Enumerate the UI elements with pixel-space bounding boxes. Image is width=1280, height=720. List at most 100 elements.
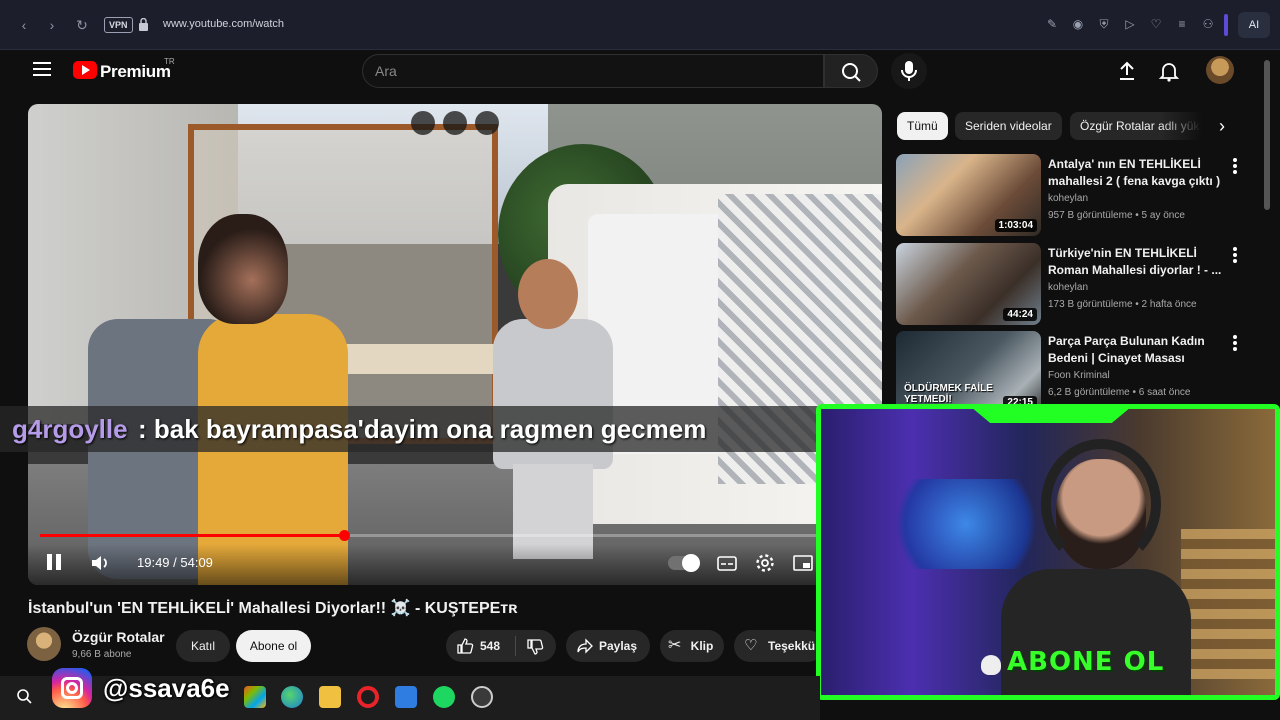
join-button[interactable]: Katıl [176, 630, 230, 662]
edge-icon[interactable] [281, 686, 303, 708]
url-field[interactable]: www.youtube.com/watch [163, 18, 284, 30]
clip-button[interactable]: ✂ Klip [660, 630, 724, 662]
video-duration: 1:03:04 [994, 219, 1037, 232]
notifications-bell-icon[interactable] [1158, 60, 1180, 82]
thanks-button[interactable]: ♡ Teşekkü [734, 630, 824, 662]
video-duration: 44:24 [1003, 308, 1037, 321]
recommendation-meta: 6,2 B görüntüleme • 6 saat önce [1048, 387, 1191, 398]
copilot-icon[interactable] [244, 686, 266, 708]
chat-message-overlay: g4rgoylle : bak bayrampasa'dayim ona rag… [0, 406, 860, 452]
youtube-logo-icon[interactable] [73, 61, 97, 79]
upload-icon[interactable] [1116, 60, 1138, 82]
video-thumbnail[interactable]: 44:24 [896, 243, 1041, 325]
recommendation-item[interactable]: 1:03:04 Antalya' nın EN TEHLİKELİ mahall… [896, 154, 1252, 238]
browser-actions: ✎ ◉ ⛨ ▷ ♡ ≡ ⚇ [1044, 16, 1216, 32]
video-player[interactable]: 19:49 / 54:09 [28, 104, 882, 585]
sparkle-icon[interactable] [443, 111, 467, 135]
autoplay-toggle[interactable] [668, 554, 700, 572]
taskbar-search-icon[interactable] [14, 686, 36, 708]
player-right-controls [668, 552, 814, 574]
chevron-right-icon[interactable]: › [1212, 116, 1232, 136]
masthead: Premium TR [0, 50, 1280, 92]
hamburger-menu-icon[interactable] [33, 62, 51, 78]
subtitles-icon[interactable] [716, 552, 738, 574]
volume-icon[interactable] [90, 553, 112, 573]
video-title: İstanbul'un 'EN TEHLİKELİ' Mahallesi Diy… [28, 600, 518, 617]
thanks-label: Teşekkü [768, 639, 816, 653]
player-top-actions [411, 111, 499, 135]
progress-bar[interactable] [40, 530, 870, 541]
ai-button[interactable]: AI [1238, 12, 1270, 38]
super-thanks-icon: ♡ [744, 637, 758, 654]
recommendation-item[interactable]: ÖLDÜRMEK FAİLE YETMEDİ! 22:15 Parça Parç… [896, 331, 1252, 415]
webcam-overlay: ABONE OL [816, 404, 1280, 700]
youtube-premium-label[interactable]: Premium [100, 62, 171, 82]
back-icon[interactable]: ‹ [14, 15, 34, 35]
progress-scrubber[interactable] [338, 530, 350, 541]
like-dislike-group: 548 [446, 630, 556, 662]
recommendation-channel[interactable]: koheylan [1048, 193, 1088, 204]
chip-all[interactable]: Tümü [897, 112, 948, 140]
video-frame [28, 104, 882, 585]
search-input[interactable] [375, 63, 795, 79]
like-divider [515, 636, 516, 656]
account-avatar[interactable] [1206, 56, 1234, 84]
time-display: 19:49 / 54:09 [137, 555, 213, 570]
region-code: TR [164, 57, 175, 66]
video-thumbnail[interactable]: ÖLDÜRMEK FAİLE YETMEDİ! 22:15 [896, 331, 1041, 413]
chat-username: g4rgoylle [12, 414, 128, 444]
play-icon[interactable]: ▷ [1122, 16, 1138, 32]
search-button[interactable] [824, 54, 878, 88]
forward-icon[interactable]: › [42, 15, 62, 35]
menu-icon[interactable]: ≡ [1174, 16, 1190, 32]
camera-icon[interactable]: ◉ [1070, 16, 1086, 32]
instagram-icon [52, 668, 92, 708]
thumbs-down-icon[interactable] [526, 638, 544, 656]
webcam-frame-accent [971, 409, 1131, 423]
miniplayer-icon[interactable] [792, 552, 814, 574]
subscribe-overlay-text: ABONE OL [1007, 647, 1165, 677]
sidebar-divider [1224, 14, 1228, 36]
profile-icon[interactable]: ⚇ [1200, 16, 1216, 32]
skip-next-icon[interactable] [475, 111, 499, 135]
pause-icon[interactable] [46, 554, 62, 572]
recommendation-channel[interactable]: Foon Kriminal [1048, 370, 1110, 381]
more-options-icon[interactable] [1233, 335, 1237, 351]
popout-icon[interactable] [411, 111, 435, 135]
scrollbar-thumb[interactable] [1264, 60, 1270, 210]
channel-name[interactable]: Özgür Rotalar [72, 629, 165, 645]
progress-fill [40, 534, 344, 537]
shield-icon[interactable]: ⛨ [1096, 16, 1112, 32]
chip-fade [1160, 110, 1220, 142]
spotify-icon[interactable] [433, 686, 455, 708]
chip-series-videos[interactable]: Seriden videolar [955, 112, 1062, 140]
thumbs-up-icon[interactable] [456, 637, 474, 655]
microphone-icon [901, 61, 917, 81]
scissors-icon: ✂ [668, 637, 682, 654]
edit-icon[interactable]: ✎ [1044, 16, 1060, 32]
instagram-handle: @ssava6e [103, 673, 230, 703]
file-explorer-icon[interactable] [319, 686, 341, 708]
reload-icon[interactable]: ↻ [72, 15, 92, 35]
vpn-badge[interactable]: VPN [104, 17, 133, 33]
like-count[interactable]: 548 [480, 630, 500, 662]
share-button[interactable]: Paylaş [566, 630, 650, 662]
recommendation-title[interactable]: Parça Parça Bulunan Kadın Bedeni | Cinay… [1048, 333, 1230, 367]
heart-icon[interactable]: ♡ [1148, 16, 1164, 32]
mail-icon[interactable] [395, 686, 417, 708]
recommendation-channel[interactable]: koheylan [1048, 282, 1088, 293]
more-options-icon[interactable] [1233, 158, 1237, 174]
voice-search-button[interactable] [891, 53, 927, 89]
more-options-icon[interactable] [1233, 247, 1237, 263]
opera-icon[interactable] [357, 686, 379, 708]
recommendation-title[interactable]: Antalya' nın EN TEHLİKELİ mahallesi 2 ( … [1048, 156, 1230, 190]
recommendation-title[interactable]: Türkiye'nin EN TEHLİKELİ Roman Mahallesi… [1048, 245, 1230, 279]
video-thumbnail[interactable]: 1:03:04 [896, 154, 1041, 236]
recommendation-item[interactable]: 44:24 Türkiye'nin EN TEHLİKELİ Roman Mah… [896, 243, 1252, 327]
channel-avatar[interactable] [27, 627, 61, 661]
subscribe-button[interactable]: Abone ol [236, 630, 311, 662]
app-icon[interactable] [471, 686, 493, 708]
recommendation-meta: 957 B görüntüleme • 5 ay önce [1048, 210, 1185, 221]
settings-gear-icon[interactable] [754, 552, 776, 574]
chat-message-text: : bak bayrampasa'dayim ona ragmen gecmem [138, 414, 707, 444]
